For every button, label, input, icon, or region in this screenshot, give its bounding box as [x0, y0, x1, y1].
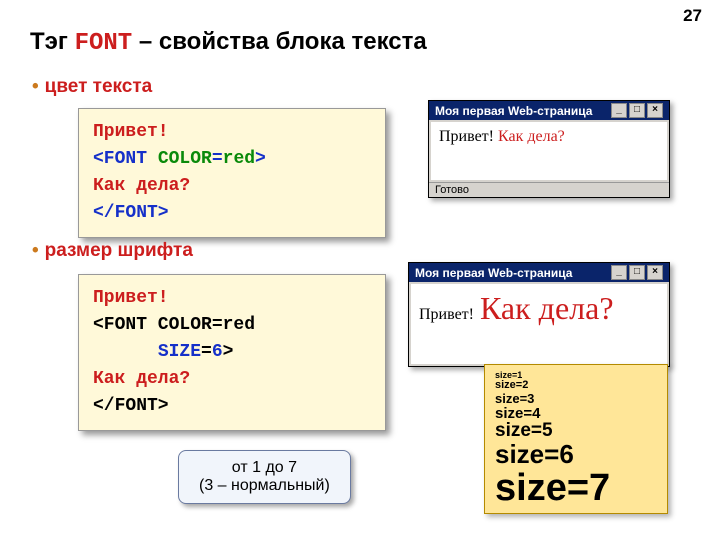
size-6: size=6 [495, 441, 657, 468]
close-icon: × [647, 265, 663, 280]
code1-l2b: COLOR [158, 149, 212, 169]
slide-title: Тэг FONT – свойства блока текста [30, 28, 427, 57]
close-icon: × [647, 103, 663, 118]
window2-body: Привет! Как дела? [411, 284, 667, 364]
callout-line1: от 1 до 7 [199, 459, 330, 477]
window1-text-b: Как дела? [498, 128, 565, 145]
maximize-icon: □ [629, 265, 645, 280]
size-7: size=7 [495, 469, 657, 509]
page-number: 27 [683, 6, 702, 26]
window1-buttons: _ □ × [611, 103, 663, 118]
code2-l3e: > [223, 342, 234, 362]
size-4: size=4 [495, 406, 657, 422]
callout-line2: (3 – нормальный) [199, 477, 330, 495]
window2-title: Моя первая Web-страница [415, 266, 572, 280]
browser-window-1: Моя первая Web-страница _ □ × Привет! Ка… [428, 100, 670, 198]
bullet-color-label: цвет текста [45, 76, 153, 97]
window2-text-b: Как дела? [480, 290, 614, 327]
window1-title: Моя первая Web-страница [435, 104, 592, 118]
callout-note: от 1 до 7 (3 – нормальный) [178, 450, 351, 504]
code2-l4: Как дела? [93, 369, 190, 389]
code1-l3: Как дела? [93, 176, 190, 196]
minimize-icon: _ [611, 265, 627, 280]
code2-l3c: = [201, 342, 212, 362]
window2-text-a: Привет! [419, 306, 474, 324]
code2-l3a [93, 342, 158, 362]
window1-status: Готово [429, 182, 669, 197]
code2-l2: <FONT COLOR=red [93, 315, 255, 335]
code1-l2d: red [223, 149, 255, 169]
code2-l5: </FONT> [93, 396, 169, 416]
code1-l2e: > [255, 149, 266, 169]
code-example-2: Привет! <FONT COLOR=red SIZE=6> Как дела… [78, 274, 386, 431]
code1-l1: Привет! [93, 122, 169, 142]
code2-l1: Привет! [93, 288, 169, 308]
code1-l2c: = [212, 149, 223, 169]
size-5: size=5 [495, 421, 657, 441]
bullet-color: • цвет текста [32, 76, 152, 98]
heading-suffix: – свойства блока текста [132, 28, 427, 55]
size-sample-box: size=1 size=2 size=3 size=4 size=5 size=… [484, 364, 668, 514]
code2-l3d: 6 [212, 342, 223, 362]
window2-buttons: _ □ × [611, 265, 663, 280]
window2-titlebar: Моя первая Web-страница _ □ × [409, 263, 669, 282]
code1-l4: </FONT> [93, 203, 169, 223]
window1-body: Привет! Как дела? [431, 122, 667, 180]
maximize-icon: □ [629, 103, 645, 118]
bullet-size: • размер шрифта [32, 240, 193, 262]
heading-prefix: Тэг [30, 28, 75, 55]
heading-keyword: FONT [75, 30, 133, 57]
browser-window-2: Моя первая Web-страница _ □ × Привет! Ка… [408, 262, 670, 367]
bullet-size-label: размер шрифта [45, 240, 193, 261]
code2-l3b: SIZE [158, 342, 201, 362]
minimize-icon: _ [611, 103, 627, 118]
code-example-1: Привет! <FONT COLOR=red> Как дела? </FON… [78, 108, 386, 238]
size-3: size=3 [495, 392, 657, 406]
bullet-dot-icon: • [32, 240, 39, 261]
window1-text-a: Привет! [439, 128, 498, 145]
code1-l2a: <FONT [93, 149, 158, 169]
window1-titlebar: Моя первая Web-страница _ □ × [429, 101, 669, 120]
bullet-dot-icon: • [32, 76, 39, 97]
